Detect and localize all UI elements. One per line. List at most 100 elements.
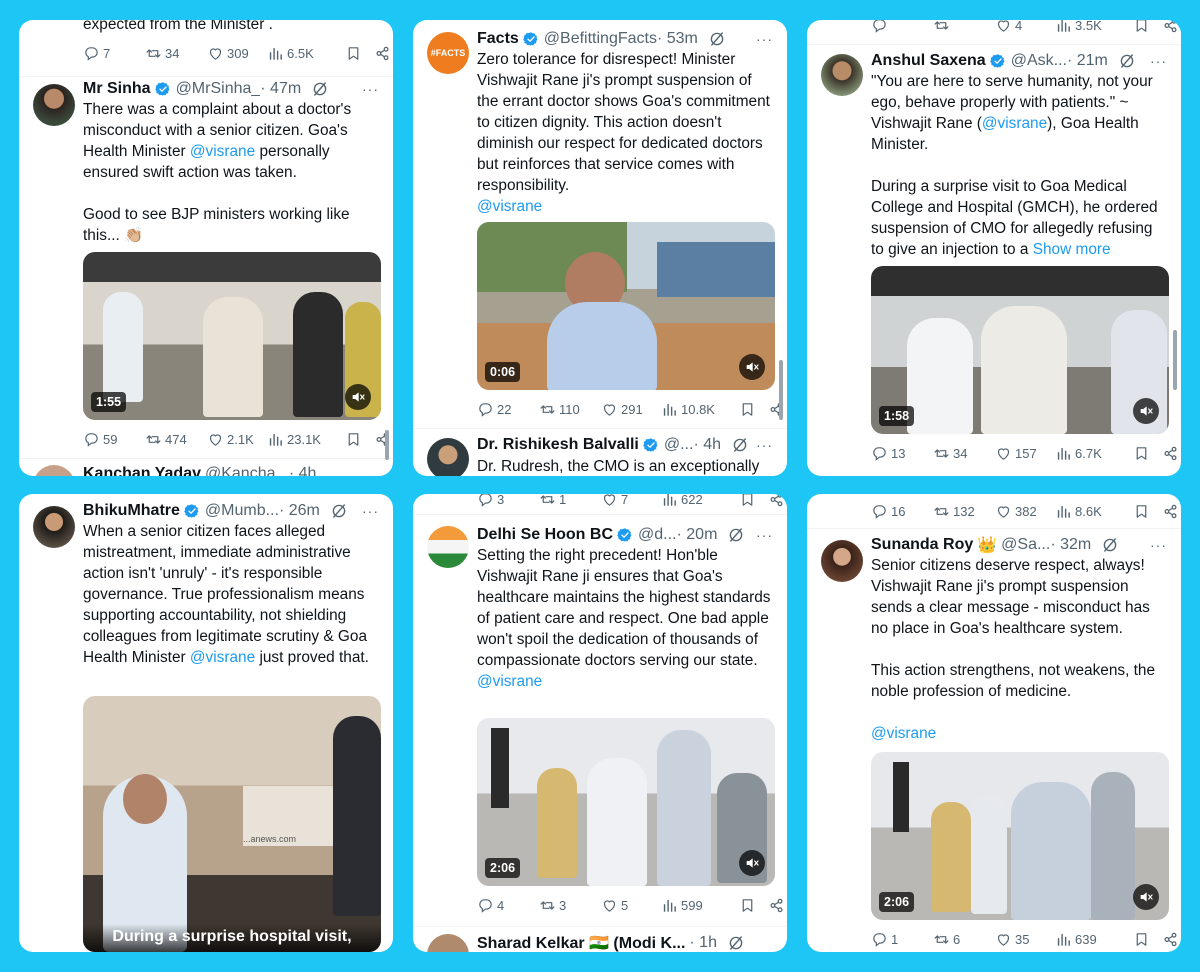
tweet-video[interactable]: 1:58 bbox=[871, 266, 1169, 434]
mention-link[interactable]: @visrane bbox=[477, 673, 542, 690]
user-name[interactable]: Sharad Kelkar 🇮🇳 (Modi K... bbox=[477, 933, 685, 952]
scrollbar[interactable] bbox=[779, 360, 783, 420]
avatar[interactable] bbox=[427, 934, 469, 952]
avatar[interactable] bbox=[427, 526, 469, 568]
timestamp[interactable]: · 21m bbox=[1067, 52, 1108, 70]
share-button[interactable] bbox=[768, 494, 785, 508]
user-handle[interactable]: @MrSinha_ bbox=[176, 80, 261, 98]
bookmark-button[interactable] bbox=[739, 401, 756, 418]
views-button[interactable]: 639 bbox=[1055, 931, 1121, 948]
tweet-video[interactable]: 1:55 bbox=[83, 252, 381, 420]
grok-icon[interactable] bbox=[727, 934, 745, 952]
grok-icon[interactable] bbox=[727, 526, 745, 544]
user-name[interactable]: Dr. Rishikesh Balvalli bbox=[477, 436, 639, 454]
timestamp[interactable]: · 26m bbox=[279, 502, 320, 520]
reply-button[interactable] bbox=[871, 20, 933, 34]
user-name[interactable]: Delhi Se Hoon BC bbox=[477, 526, 613, 544]
reply-button[interactable]: 1 bbox=[871, 931, 933, 948]
user-name[interactable]: Sunanda Roy bbox=[871, 536, 973, 554]
user-handle[interactable]: @Mumb... bbox=[205, 502, 279, 520]
user-handle[interactable]: @d... bbox=[638, 526, 676, 544]
bookmark-button[interactable] bbox=[739, 494, 756, 508]
like-button[interactable]: 382 bbox=[995, 503, 1055, 520]
timestamp[interactable]: · 53m bbox=[657, 30, 698, 48]
scrollbar[interactable] bbox=[385, 430, 389, 460]
avatar[interactable] bbox=[427, 438, 469, 476]
grok-icon[interactable] bbox=[330, 502, 348, 520]
user-name[interactable]: Mr Sinha bbox=[83, 80, 151, 98]
grok-icon[interactable] bbox=[311, 80, 329, 98]
mute-icon[interactable] bbox=[345, 384, 371, 410]
grok-icon[interactable] bbox=[731, 436, 749, 454]
mute-icon[interactable] bbox=[739, 354, 765, 380]
avatar[interactable]: #FACTS bbox=[427, 32, 469, 74]
timestamp[interactable]: · 20m bbox=[677, 526, 718, 544]
mention-link[interactable]: @visrane bbox=[871, 725, 936, 742]
like-button[interactable]: 2.1K bbox=[207, 431, 267, 448]
like-button[interactable]: 291 bbox=[601, 401, 661, 418]
grok-icon[interactable] bbox=[1118, 52, 1136, 70]
share-button[interactable] bbox=[768, 897, 785, 914]
reply-button[interactable]: 7 bbox=[83, 45, 145, 62]
show-more-link[interactable]: Show more bbox=[1033, 241, 1111, 258]
like-button[interactable]: 4 bbox=[995, 20, 1055, 34]
like-button[interactable]: 35 bbox=[995, 931, 1055, 948]
avatar[interactable] bbox=[821, 54, 863, 96]
more-options-icon[interactable]: ··· bbox=[756, 527, 775, 543]
bookmark-button[interactable] bbox=[1133, 445, 1150, 462]
retweet-button[interactable]: 110 bbox=[539, 401, 601, 418]
more-options-icon[interactable]: ··· bbox=[1150, 53, 1169, 69]
user-name[interactable]: Facts bbox=[477, 30, 519, 48]
mute-icon[interactable] bbox=[1133, 398, 1159, 424]
user-name[interactable]: Anshul Saxena bbox=[871, 52, 986, 70]
share-button[interactable] bbox=[1162, 931, 1179, 948]
reply-button[interactable]: 4 bbox=[477, 897, 539, 914]
user-handle[interactable]: @BefittingFacts bbox=[544, 30, 657, 48]
share-button[interactable] bbox=[1162, 445, 1179, 462]
retweet-button[interactable] bbox=[933, 20, 995, 34]
more-options-icon[interactable]: ··· bbox=[756, 437, 775, 453]
bookmark-button[interactable] bbox=[345, 45, 362, 62]
bookmark-button[interactable] bbox=[1133, 503, 1150, 520]
mute-icon[interactable] bbox=[739, 850, 765, 876]
timestamp[interactable]: · 4h bbox=[289, 465, 317, 476]
mention-link[interactable]: @visrane bbox=[477, 198, 542, 215]
share-button[interactable] bbox=[1162, 20, 1179, 34]
scrollbar[interactable] bbox=[1173, 330, 1177, 390]
bookmark-button[interactable] bbox=[739, 897, 756, 914]
retweet-button[interactable]: 6 bbox=[933, 931, 995, 948]
bookmark-button[interactable] bbox=[1133, 20, 1150, 34]
reply-button[interactable]: 22 bbox=[477, 401, 539, 418]
bookmark-button[interactable] bbox=[345, 431, 362, 448]
user-name[interactable]: Kanchan Yadav bbox=[83, 465, 201, 476]
user-name[interactable]: BhikuMhatre bbox=[83, 502, 180, 520]
more-options-icon[interactable]: ··· bbox=[362, 503, 381, 519]
retweet-button[interactable]: 3 bbox=[539, 897, 601, 914]
grok-icon[interactable] bbox=[1101, 536, 1119, 554]
views-button[interactable]: 10.8K bbox=[661, 401, 727, 418]
like-button[interactable]: 7 bbox=[601, 494, 661, 508]
reply-button[interactable]: 13 bbox=[871, 445, 933, 462]
more-options-icon[interactable]: ··· bbox=[362, 81, 381, 97]
share-button[interactable] bbox=[1162, 503, 1179, 520]
timestamp[interactable]: · 1h bbox=[689, 934, 717, 952]
like-button[interactable]: 309 bbox=[207, 45, 267, 62]
user-handle[interactable]: @Kancha... bbox=[205, 465, 289, 476]
mention-link[interactable]: @visrane bbox=[982, 115, 1047, 132]
retweet-button[interactable]: 474 bbox=[145, 431, 207, 448]
reply-button[interactable]: 16 bbox=[871, 503, 933, 520]
share-button[interactable] bbox=[374, 45, 391, 62]
tweet-video[interactable]: 2:06 bbox=[871, 752, 1169, 920]
like-button[interactable]: 157 bbox=[995, 445, 1055, 462]
timestamp[interactable]: · 4h bbox=[693, 436, 721, 454]
avatar[interactable] bbox=[33, 465, 75, 476]
views-button[interactable]: 599 bbox=[661, 897, 727, 914]
like-button[interactable]: 5 bbox=[601, 897, 661, 914]
avatar[interactable] bbox=[33, 84, 75, 126]
retweet-button[interactable]: 34 bbox=[933, 445, 995, 462]
mention-link[interactable]: @visrane bbox=[190, 649, 255, 666]
more-options-icon[interactable]: ··· bbox=[1150, 537, 1169, 553]
retweet-button[interactable]: 34 bbox=[145, 45, 207, 62]
tweet-video[interactable]: 2:06 bbox=[477, 718, 775, 886]
user-handle[interactable]: @Ask... bbox=[1011, 52, 1067, 70]
